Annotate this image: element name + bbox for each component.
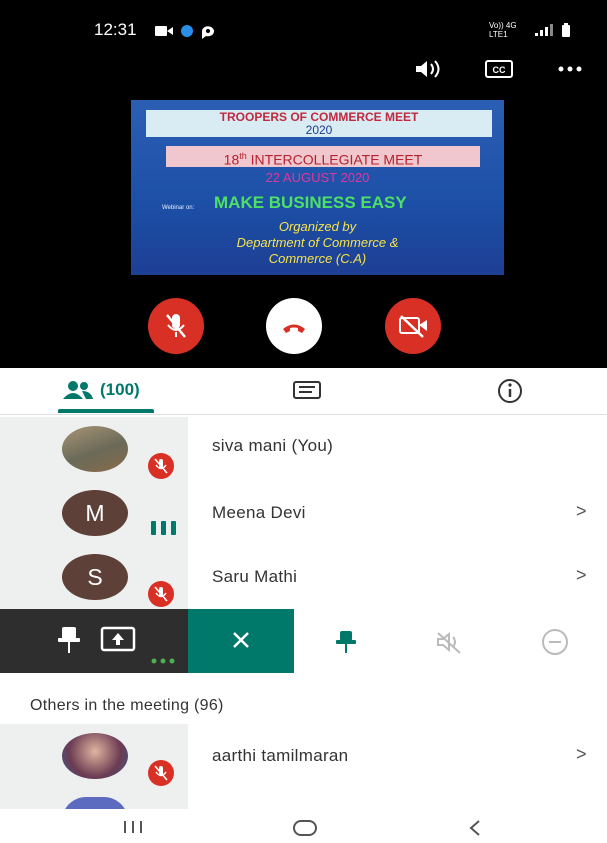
- mute-participant-icon[interactable]: [434, 629, 464, 655]
- avatar-photo: [62, 733, 128, 779]
- pin-participant-icon[interactable]: [334, 629, 358, 655]
- captions-icon[interactable]: CC: [484, 58, 514, 80]
- end-call-button[interactable]: [266, 298, 322, 354]
- recent-apps-icon[interactable]: [121, 819, 145, 835]
- mic-off-icon: [166, 314, 186, 338]
- muted-badge: [148, 581, 174, 607]
- slide-meet-box: 18th INTERCOLLEGIATE MEET: [166, 146, 480, 168]
- slide-main-title: MAKE BUSINESS EASY: [214, 193, 407, 212]
- people-count: (100): [100, 380, 140, 399]
- participant-row[interactable]: S Saru Mathi >: [0, 545, 607, 609]
- more-options-icon[interactable]: [557, 58, 583, 80]
- mic-toggle-button[interactable]: [148, 298, 204, 354]
- back-icon[interactable]: [466, 818, 484, 838]
- network-indicator: Vo)) 4G LTE1: [489, 21, 517, 39]
- video-camera-status-icon: [155, 26, 173, 36]
- mic-off-icon: [154, 586, 168, 602]
- avatar-photo: [62, 426, 128, 472]
- participant-name: siva mani (You): [212, 436, 334, 455]
- people-icon: [63, 381, 93, 399]
- participant-name: Meena Devi: [212, 503, 306, 522]
- slide-meet-prefix: 18: [223, 151, 240, 168]
- hang-up-icon: [283, 324, 305, 333]
- speaking-indicator-icon: [151, 521, 176, 535]
- more-dots-icon[interactable]: [150, 657, 178, 665]
- slide-meet-suffix: INTERCOLLEGIATE MEET: [246, 151, 423, 168]
- participant-action-bar: [0, 609, 607, 673]
- camera-toggle-button[interactable]: [385, 298, 441, 354]
- slide-webinar-label: Webinar on:: [162, 205, 195, 211]
- slide-meet-sup: th: [239, 151, 247, 161]
- participant-row[interactable]: M Meena Devi >: [0, 481, 607, 545]
- chat-status-icon: [202, 26, 214, 39]
- avatar-initial: S: [62, 554, 128, 600]
- chevron-right-icon: >: [576, 565, 587, 585]
- close-icon: [233, 632, 249, 648]
- participant-name: Saru Mathi: [212, 567, 298, 586]
- avatar-initial: M: [62, 490, 128, 536]
- battery-icon: [562, 23, 570, 37]
- system-nav-bar: [0, 809, 607, 843]
- slide-title-line1: TROOPERS OF COMMERCE MEET: [219, 110, 419, 124]
- pin-icon[interactable]: [56, 625, 82, 655]
- chevron-right-icon: >: [576, 744, 587, 764]
- participant-row[interactable]: siva mani (You): [0, 417, 607, 481]
- slide-organizer: Organized by Department of Commerce & Co…: [131, 219, 504, 267]
- slide-date: 22 AUGUST 2020: [265, 170, 370, 185]
- chevron-right-icon: >: [576, 501, 587, 521]
- signal-icon: [535, 24, 553, 36]
- speaker-icon[interactable]: [414, 58, 442, 80]
- slide-org-line1: Organized by: [278, 219, 357, 234]
- system-status-right: Vo)) 4G LTE1: [489, 21, 571, 39]
- participant-row[interactable]: aarthi tamilmaran >: [0, 724, 607, 788]
- home-icon[interactable]: [292, 819, 318, 837]
- participant-name: aarthi tamilmaran: [212, 746, 349, 765]
- muted-badge: [148, 760, 174, 786]
- others-header: Others in the meeting (96): [30, 697, 224, 714]
- remove-participant-icon[interactable]: [540, 628, 570, 656]
- app-notification-icon: [181, 25, 193, 37]
- tab-chat[interactable]: [292, 380, 322, 402]
- active-tab-indicator: [58, 409, 154, 413]
- mic-off-icon: [154, 458, 168, 474]
- action-options-panel: [294, 609, 607, 673]
- tab-people[interactable]: (100): [62, 380, 140, 400]
- svg-text:CC: CC: [493, 65, 506, 75]
- camera-off-icon: [399, 315, 427, 338]
- slide-title-line2: 2020: [305, 123, 333, 137]
- slide-org-line2: Department of Commerce &: [236, 235, 399, 250]
- slide-org-line3: Commerce (C.A): [268, 251, 367, 266]
- mic-off-icon: [154, 765, 168, 781]
- close-action-button[interactable]: [188, 609, 294, 673]
- muted-badge: [148, 453, 174, 479]
- status-time: 12:31: [94, 20, 137, 39]
- tab-info[interactable]: [496, 378, 524, 404]
- present-screen-icon[interactable]: [100, 626, 136, 654]
- slide-title-box: TROOPERS OF COMMERCE MEET 2020: [146, 110, 492, 137]
